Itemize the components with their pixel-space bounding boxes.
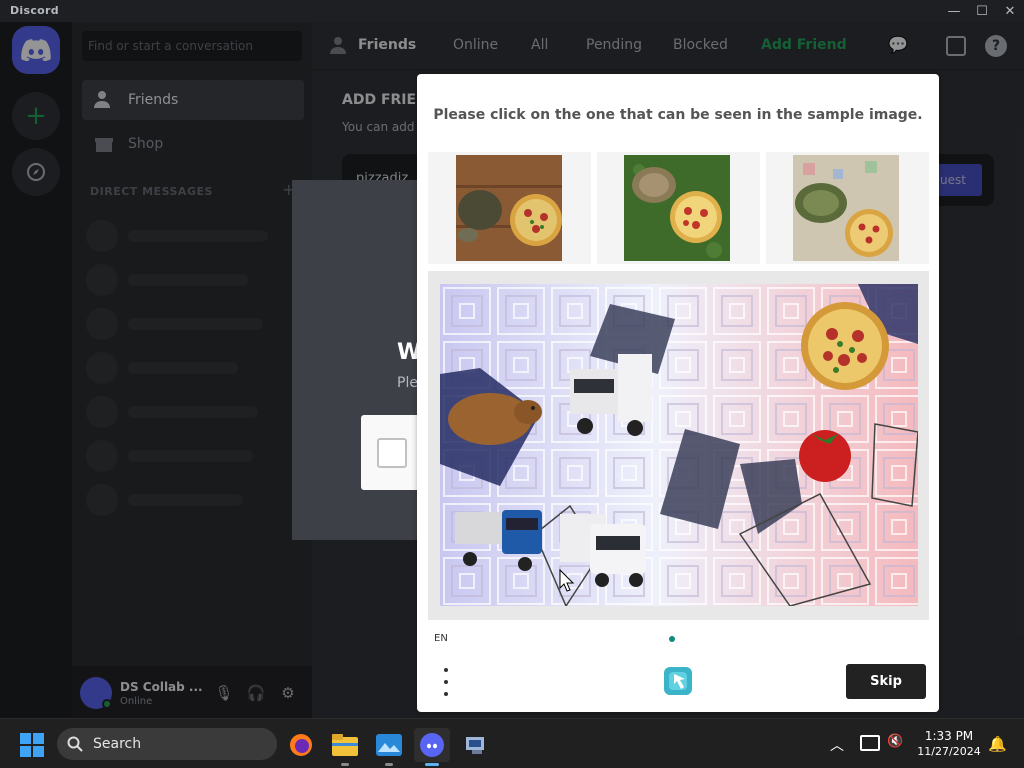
captcha-menu-button[interactable] — [440, 668, 452, 696]
app-title: Discord — [10, 4, 59, 17]
windows-icon — [20, 733, 44, 757]
network-app-icon — [466, 737, 484, 754]
network-status-button[interactable] — [860, 735, 880, 751]
chevron-up-icon: ︿ — [830, 738, 844, 754]
captcha-prompt: Please click on the one that can be seen… — [433, 107, 923, 123]
clock-time[interactable]: 1:33 PM — [916, 729, 982, 743]
start-button[interactable] — [20, 733, 44, 761]
firefox-icon — [290, 734, 312, 756]
search-icon — [67, 736, 83, 752]
hcaptcha-logo-icon — [661, 664, 695, 698]
taskbar-search[interactable]: Search — [57, 728, 277, 760]
discord-icon — [420, 733, 444, 757]
verification-subtitle: Ple — [397, 375, 418, 391]
close-button[interactable]: ✕ — [996, 0, 1024, 22]
page-indicator-dot — [669, 636, 675, 642]
taskbar-discord[interactable] — [414, 728, 450, 766]
speaker-muted-icon: 🔇 — [887, 734, 904, 749]
sample-image-1 — [456, 155, 562, 261]
search-label: Search — [93, 736, 142, 752]
notifications-button[interactable]: 🔔 — [988, 735, 1007, 753]
clock-date[interactable]: 11/27/2024 — [910, 745, 988, 758]
taskbar-network-app[interactable] — [458, 728, 494, 762]
file-explorer-icon — [332, 734, 358, 756]
minimize-button[interactable]: — — [940, 0, 968, 22]
bell-icon: 🔔 — [988, 735, 1007, 753]
language-selector[interactable]: EN — [434, 633, 448, 644]
maximize-button[interactable]: ☐ — [968, 0, 996, 22]
title-bar — [0, 0, 1024, 22]
photos-icon — [376, 734, 402, 756]
sample-image-2 — [624, 155, 730, 261]
challenge-image[interactable] — [440, 284, 918, 606]
sample-image-3 — [793, 155, 899, 261]
volume-button[interactable]: 🔇 — [887, 734, 903, 749]
show-hidden-icons-button[interactable]: ︿ — [830, 735, 844, 755]
taskbar-firefox[interactable] — [283, 728, 319, 762]
taskbar-file-explorer[interactable] — [327, 728, 363, 766]
taskbar-photos[interactable] — [371, 728, 407, 766]
captcha-checkbox[interactable] — [377, 438, 407, 468]
skip-button[interactable]: Skip — [846, 664, 926, 699]
